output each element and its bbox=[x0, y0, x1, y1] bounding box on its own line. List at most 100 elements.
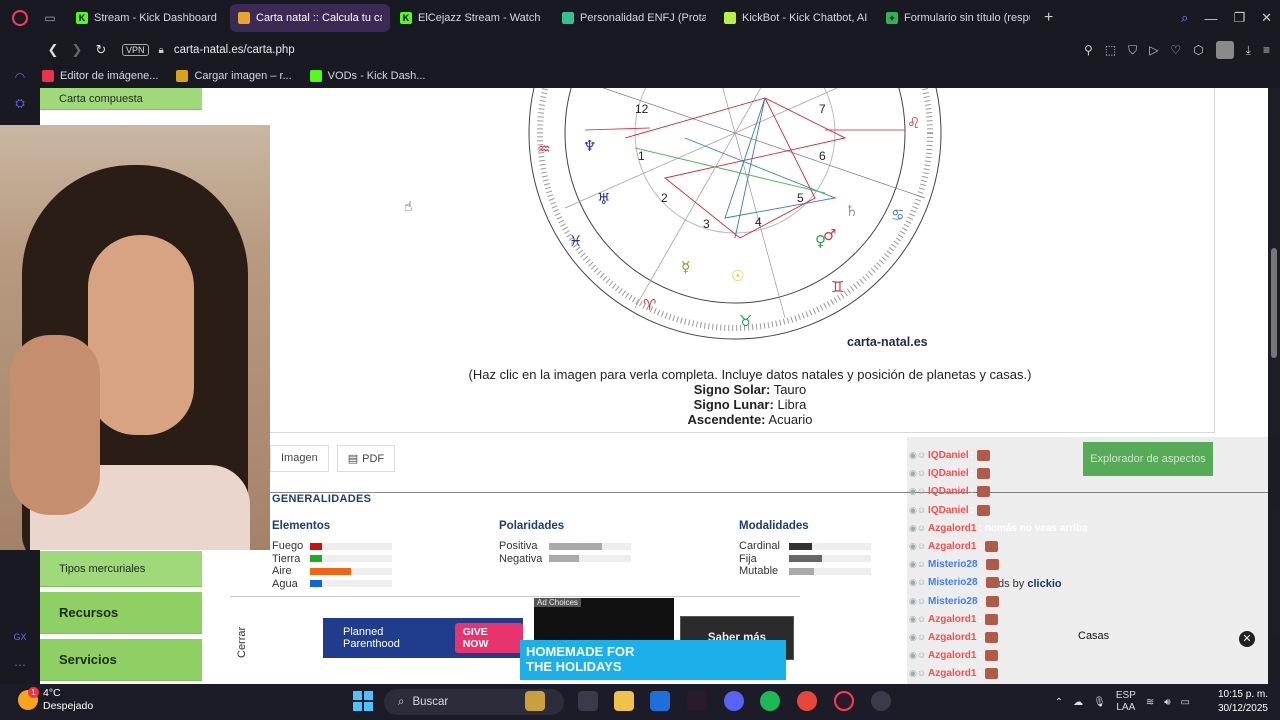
cloud-icon[interactable]: ☁ bbox=[1073, 697, 1083, 708]
obs-icon[interactable] bbox=[871, 691, 891, 711]
tab-islands-icon[interactable]: ▭ bbox=[40, 0, 60, 36]
browser-tab[interactable]: Personalidad ENFJ (Protag bbox=[554, 4, 714, 32]
task-view-icon[interactable] bbox=[578, 691, 598, 711]
bar-fill bbox=[310, 580, 323, 588]
chrome-icon[interactable] bbox=[797, 691, 817, 711]
chat-badges-icon: ◉☺ bbox=[909, 486, 927, 497]
widgets-app-icon[interactable] bbox=[525, 691, 545, 711]
menu-icon[interactable]: ≡ bbox=[1263, 43, 1270, 57]
bar-fill bbox=[789, 567, 814, 575]
modalities-title: Modalidades bbox=[739, 520, 809, 532]
give-now-button[interactable]: GIVE NOW bbox=[454, 623, 523, 653]
url-field[interactable]: carta-natal.es/carta.php bbox=[174, 44, 295, 56]
close-ad-button[interactable]: Cerrar bbox=[230, 602, 254, 682]
emote-icon bbox=[984, 541, 998, 552]
minimize-icon[interactable]: — bbox=[1204, 11, 1217, 26]
aria-icon[interactable]: ◠ bbox=[12, 70, 28, 86]
chat-message: ◉☺ Misterio28: bbox=[909, 593, 999, 610]
chart-credit[interactable]: carta-natal.es bbox=[847, 335, 928, 349]
restore-icon[interactable]: ❐ bbox=[1233, 10, 1245, 26]
modalities-row: Cardinal bbox=[739, 540, 871, 553]
opera-gx-icon[interactable] bbox=[834, 691, 854, 711]
chat-message: ◉☺Azgalord1: bbox=[909, 611, 998, 628]
back-button[interactable]: ❮ bbox=[42, 39, 64, 61]
browser-tab[interactable]: KickBot - Kick Chatbot, AI bbox=[716, 4, 876, 32]
search-tabs-icon[interactable]: ⌕ bbox=[1181, 10, 1188, 26]
browser-tab[interactable]: K ElCejazz Stream - Watch L bbox=[392, 4, 552, 32]
house-number: 7 bbox=[819, 102, 826, 116]
mercury-icon: ☿ bbox=[681, 258, 690, 276]
wifi-icon[interactable]: ≋ bbox=[1146, 697, 1154, 708]
bar-fill bbox=[549, 555, 580, 563]
tab-favicon-icon: + bbox=[886, 12, 898, 24]
heart-icon[interactable]: ♡ bbox=[1170, 43, 1181, 57]
more-icon[interactable]: ⋯ bbox=[12, 658, 28, 674]
bookmark-item[interactable]: Editor de imágene... bbox=[42, 70, 158, 82]
browser-tab[interactable]: Carta natal :: Calcula tu ca bbox=[230, 4, 390, 32]
mic-icon[interactable]: 🎙︎ bbox=[1093, 697, 1106, 708]
site-nav-item[interactable]: Carta compuesta bbox=[40, 88, 202, 110]
spotify-icon[interactable] bbox=[760, 691, 780, 711]
browser-tab[interactable]: + Formulario sin título (respu bbox=[878, 4, 1038, 32]
address-bar: ❮ ❯ ↻ VPN 🔒︎ carta-natal.es/carta.php ⚲ … bbox=[0, 36, 1280, 64]
emote-icon bbox=[985, 577, 999, 589]
file-explorer-icon[interactable] bbox=[614, 691, 634, 711]
image-button[interactable]: Imagen bbox=[270, 445, 329, 472]
site-nav-item[interactable]: Recursos bbox=[40, 592, 202, 634]
holiday-ad[interactable]: HOMEMADE FOR THE HOLIDAYS bbox=[520, 640, 786, 680]
chat-message: ◉☺Azgalord1: bbox=[909, 665, 998, 682]
export-buttons: Imagen ▤ PDF bbox=[270, 445, 396, 472]
chat-message: ◉☺Azgalord1: bbox=[909, 647, 998, 664]
cancer-icon: ♋ bbox=[891, 206, 904, 224]
chat-message: ◉☺ IQDaniel: bbox=[909, 465, 990, 482]
browser-tab[interactable]: K Stream - Kick Dashboard bbox=[68, 4, 228, 32]
reload-button[interactable]: ↻ bbox=[90, 39, 112, 61]
language-indicator[interactable]: ESP LAA bbox=[1116, 690, 1136, 714]
chat-message: ◉☺Azgalord1: bbox=[909, 538, 998, 555]
download-icon[interactable]: ⤓ bbox=[1246, 43, 1251, 58]
site-nav-item[interactable]: Servicios bbox=[40, 639, 202, 681]
bookmark-item[interactable]: Cargar imagen – r... bbox=[176, 70, 292, 82]
lock-icon[interactable]: 🔒︎ bbox=[159, 45, 164, 56]
elements-row: Aire bbox=[272, 565, 392, 578]
opera-menu-icon[interactable] bbox=[0, 0, 40, 36]
profile-avatar[interactable] bbox=[1215, 41, 1234, 59]
site-nav-item[interactable]: Tipos mercuriales bbox=[40, 551, 202, 587]
discord-icon[interactable] bbox=[724, 691, 744, 711]
clock[interactable]: 10:15 p. m. 30/12/2025 bbox=[1218, 688, 1268, 716]
elements-block: Elementos Fuego Tierra Aire Agua bbox=[272, 520, 392, 590]
snapshot-icon[interactable]: ⬚ bbox=[1105, 43, 1116, 57]
bookmark-item[interactable]: VODs - Kick Dash... bbox=[309, 70, 425, 82]
weather-widget[interactable]: 1 4°C Despejado bbox=[18, 687, 93, 713]
forward-button[interactable]: ❯ bbox=[66, 39, 88, 61]
bar-fill bbox=[789, 555, 822, 563]
gx-icon[interactable]: GX bbox=[12, 632, 28, 648]
house-number: 2 bbox=[661, 191, 668, 205]
emote-icon bbox=[985, 595, 999, 607]
house-number: 1 bbox=[638, 149, 645, 163]
tab-favicon-icon: K bbox=[400, 12, 412, 24]
pin-icon[interactable]: ⚲ bbox=[1084, 43, 1093, 57]
workspace-icon[interactable]: ⛭ bbox=[12, 96, 28, 112]
battery-icon[interactable]: ▭ bbox=[1181, 697, 1190, 708]
shield-icon[interactable]: ⛉ bbox=[1128, 43, 1137, 58]
chat-badges-icon: ◉☺ bbox=[909, 522, 927, 533]
store-icon[interactable] bbox=[650, 691, 670, 711]
vpn-badge[interactable]: VPN bbox=[122, 44, 149, 56]
ad-choices[interactable]: Ad Choices bbox=[534, 598, 581, 607]
play-icon[interactable]: ▷ bbox=[1149, 43, 1158, 57]
close-window-icon[interactable]: ✕ bbox=[1261, 10, 1272, 26]
scrollbar-thumb[interactable] bbox=[1271, 248, 1277, 358]
volume-icon[interactable]: 🔊︎ bbox=[1164, 697, 1170, 708]
extensions-icon[interactable]: ⬡ bbox=[1193, 43, 1203, 57]
start-button[interactable] bbox=[353, 691, 373, 711]
modalities-block: Modalidades Cardinal Fija Mutable bbox=[739, 520, 871, 578]
pdf-button[interactable]: ▤ PDF bbox=[336, 445, 396, 472]
new-tab-button[interactable]: + bbox=[1044, 9, 1053, 27]
emote-icon bbox=[976, 468, 990, 480]
natal-chart-wheel[interactable]: ♒ ♆ ♅ ♓ ♈ ☿ ☉ ♉ ♊ ♂ ♀ ♄ ♋ ♌ 12123 4567 bbox=[525, 88, 945, 353]
chat-message: ◉☺Azgalord1: bbox=[909, 629, 998, 646]
chevron-up-icon[interactable]: ⌃ bbox=[1055, 697, 1063, 708]
vivaldi-icon[interactable] bbox=[687, 691, 707, 711]
planned-parenthood-ad[interactable]: Planned Parenthood GIVE NOW bbox=[323, 618, 523, 658]
